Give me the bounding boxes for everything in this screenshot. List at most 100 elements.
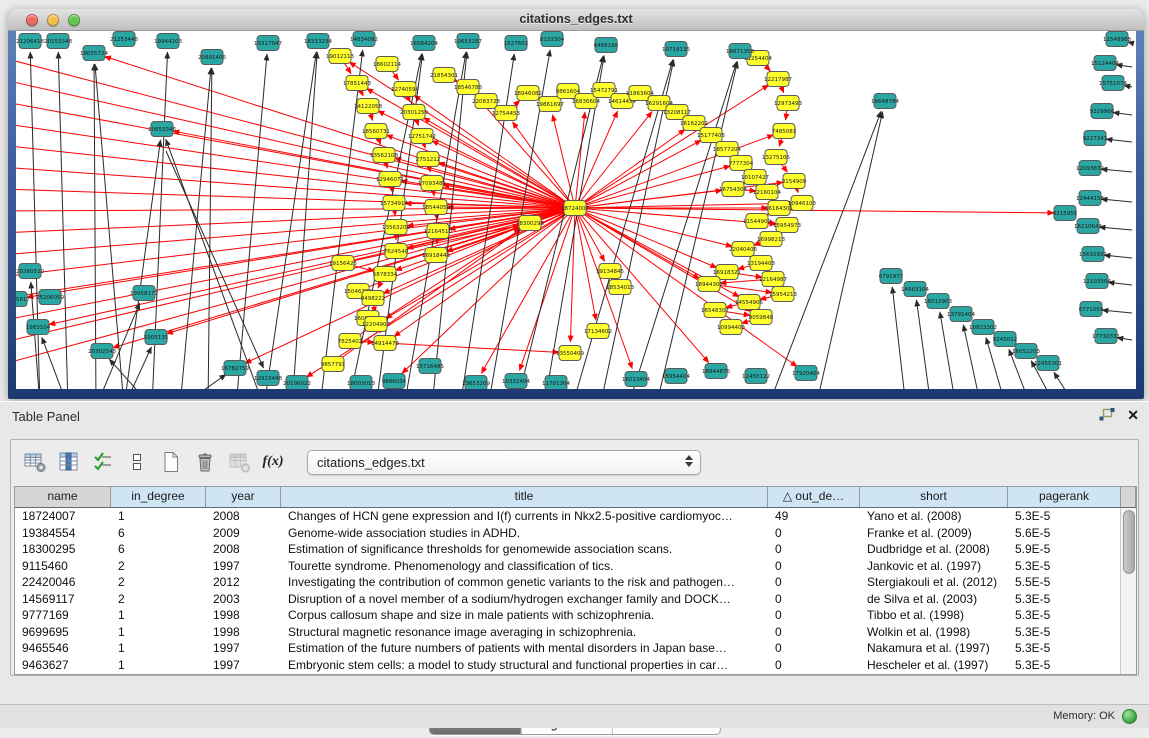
table-cell[interactable]: 0 xyxy=(768,541,860,558)
graph-node[interactable]: 19134845 xyxy=(596,264,624,279)
graph-node[interactable]: 20106022 xyxy=(283,376,311,390)
graph-node[interactable]: 1527602 xyxy=(504,36,529,51)
graph-node[interactable]: 18724007 xyxy=(561,201,589,216)
graph-node[interactable]: 8215955 xyxy=(1053,206,1078,221)
graph-node[interactable]: 10332404 xyxy=(502,374,530,389)
table-cell[interactable]: Franke et al. (2009) xyxy=(860,525,1008,542)
table-cell[interactable]: 0 xyxy=(768,640,860,657)
graph-node[interactable]: 16782759 xyxy=(221,361,249,376)
table-cell[interactable]: 14569117 xyxy=(15,591,111,608)
citation-edge-black[interactable] xyxy=(1104,255,1132,258)
graph-node[interactable]: 16648784 xyxy=(871,94,899,109)
table-cell[interactable]: 5.3E-5 xyxy=(1008,607,1121,624)
table-cell[interactable]: 1 xyxy=(111,657,206,674)
column-header-name[interactable]: name xyxy=(15,487,111,507)
graph-node[interactable]: 14554906 xyxy=(735,295,763,310)
graph-node[interactable]: 25206059 xyxy=(36,290,64,305)
table-cell[interactable]: Structural magnetic resonance image aver… xyxy=(281,624,768,641)
table-cell[interactable]: 2008 xyxy=(206,508,281,525)
citation-edge-black[interactable] xyxy=(180,68,211,389)
table-cell[interactable]: 9699695 xyxy=(15,624,111,641)
show-columns-button[interactable] xyxy=(55,448,83,476)
citation-edge-red[interactable] xyxy=(575,140,701,208)
table-row[interactable]: 1456911722003Disruption of a novel membe… xyxy=(15,591,1121,608)
graph-node[interactable]: 15734914 xyxy=(380,196,408,211)
citation-edge-black[interactable] xyxy=(58,52,68,389)
table-row[interactable]: 1872400712008Changes of HCN gene express… xyxy=(15,508,1121,525)
citation-edge-black[interactable] xyxy=(180,374,226,389)
graph-node[interactable]: 15692931 xyxy=(1079,247,1107,262)
table-cell[interactable]: 0 xyxy=(768,607,860,624)
graph-node[interactable]: 20891406 xyxy=(198,50,226,65)
table-cell[interactable]: 1997 xyxy=(206,657,281,674)
table-row[interactable]: 1830029562008Estimation of significance … xyxy=(15,541,1121,558)
graph-node[interactable]: 9227343 xyxy=(1083,131,1108,146)
graph-node[interactable]: 12450122 xyxy=(742,369,770,384)
graph-node[interactable]: 19055724 xyxy=(80,46,108,61)
column-header-title[interactable]: title xyxy=(281,487,768,507)
scrollbar-thumb[interactable] xyxy=(1123,510,1135,574)
citation-edge-red[interactable] xyxy=(575,111,618,208)
table-cell[interactable]: Nakamura et al. (1997) xyxy=(860,640,1008,657)
graph-node[interactable]: 9498222 xyxy=(361,291,386,306)
vertical-scrollbar[interactable] xyxy=(1120,508,1136,674)
citation-edge-red[interactable] xyxy=(575,208,709,363)
table-cell[interactable]: Disruption of a novel member of a sodium… xyxy=(281,591,768,608)
citation-edge-red[interactable] xyxy=(512,122,575,208)
function-builder-button[interactable]: f(x) xyxy=(259,448,287,476)
graph-node[interactable]: 17730331 xyxy=(1092,329,1120,344)
table-row[interactable]: 969969511998Structural magnetic resonanc… xyxy=(15,624,1121,641)
table-cell[interactable]: 6 xyxy=(111,541,206,558)
table-cell[interactable]: 0 xyxy=(768,574,860,591)
graph-node[interactable]: 10946103 xyxy=(788,196,816,211)
graph-node[interactable]: 18003013 xyxy=(347,376,375,390)
citation-edge-black[interactable] xyxy=(124,347,151,389)
table-cell[interactable]: 2 xyxy=(111,574,206,591)
graph-node[interactable]: 13653209 xyxy=(462,376,490,390)
table-cell[interactable]: 22420046 xyxy=(15,574,111,591)
table-cell[interactable]: 1998 xyxy=(206,607,281,624)
graph-node[interactable]: 8133304 xyxy=(540,32,565,47)
citation-edge-black[interactable] xyxy=(940,312,956,389)
graph-node[interactable]: 18946082 xyxy=(514,86,542,101)
table-cell[interactable]: 2008 xyxy=(206,541,281,558)
table-cell[interactable]: Tibbo et al. (1998) xyxy=(860,607,1008,624)
table-cell[interactable]: Embryonic stem cells: a model to study s… xyxy=(281,657,768,674)
graph-node[interactable]: 16918443 xyxy=(422,248,450,263)
graph-node[interactable]: 12946071 xyxy=(376,172,404,187)
table-cell[interactable]: 9115460 xyxy=(15,558,111,575)
table-row[interactable]: 977716911998Corpus callosum shape and si… xyxy=(15,607,1121,624)
citation-edge-red[interactable] xyxy=(16,208,575,321)
graph-node[interactable]: 15716485 xyxy=(416,359,444,374)
graph-node[interactable]: 12740594 xyxy=(391,82,419,97)
table-cell[interactable]: 1 xyxy=(111,624,206,641)
table-cell[interactable]: Stergiakouli et al. (2012) xyxy=(860,574,1008,591)
graph-node[interactable]: 16671358 xyxy=(726,44,754,59)
table-cell[interactable]: 6 xyxy=(111,525,206,542)
select-rows-button[interactable] xyxy=(89,448,117,476)
graph-node[interactable]: 12217987 xyxy=(764,72,792,87)
graph-node[interactable]: 11548988 xyxy=(1103,32,1131,47)
graph-node[interactable]: 15177406 xyxy=(697,128,725,143)
citation-edge-black[interactable] xyxy=(1108,282,1132,285)
graph-node[interactable]: 9245012 xyxy=(993,332,1018,347)
graph-node[interactable]: 21985817 xyxy=(16,292,30,307)
table-cell[interactable]: Hescheler et al. (1997) xyxy=(860,657,1008,674)
graph-node[interactable]: 12455301 xyxy=(1034,356,1062,371)
graph-node[interactable]: 5878334 xyxy=(373,267,398,282)
graph-node[interactable]: 18546788 xyxy=(454,80,482,95)
citation-edge-black[interactable] xyxy=(94,64,96,389)
graph-node[interactable]: 12160104 xyxy=(753,185,781,200)
graph-node[interactable]: 9886034 xyxy=(382,374,407,389)
table-cell[interactable]: Estimation of significance thresholds fo… xyxy=(281,541,768,558)
graph-node[interactable]: 10994403 xyxy=(717,320,745,335)
graph-node[interactable]: 20260520 xyxy=(16,264,44,279)
graph-node[interactable]: 20302543 xyxy=(88,344,116,359)
table-cell[interactable]: Investigating the contribution of common… xyxy=(281,574,768,591)
graph-node[interactable]: 15954213 xyxy=(769,287,797,302)
table-cell[interactable]: Tourette syndrome. Phenomenology and cla… xyxy=(281,558,768,575)
graph-node[interactable]: 14122058 xyxy=(354,99,382,114)
table-cell[interactable]: 2 xyxy=(111,591,206,608)
table-cell[interactable]: 5.6E-5 xyxy=(1008,525,1121,542)
graph-node[interactable]: 21206418 xyxy=(16,34,44,49)
